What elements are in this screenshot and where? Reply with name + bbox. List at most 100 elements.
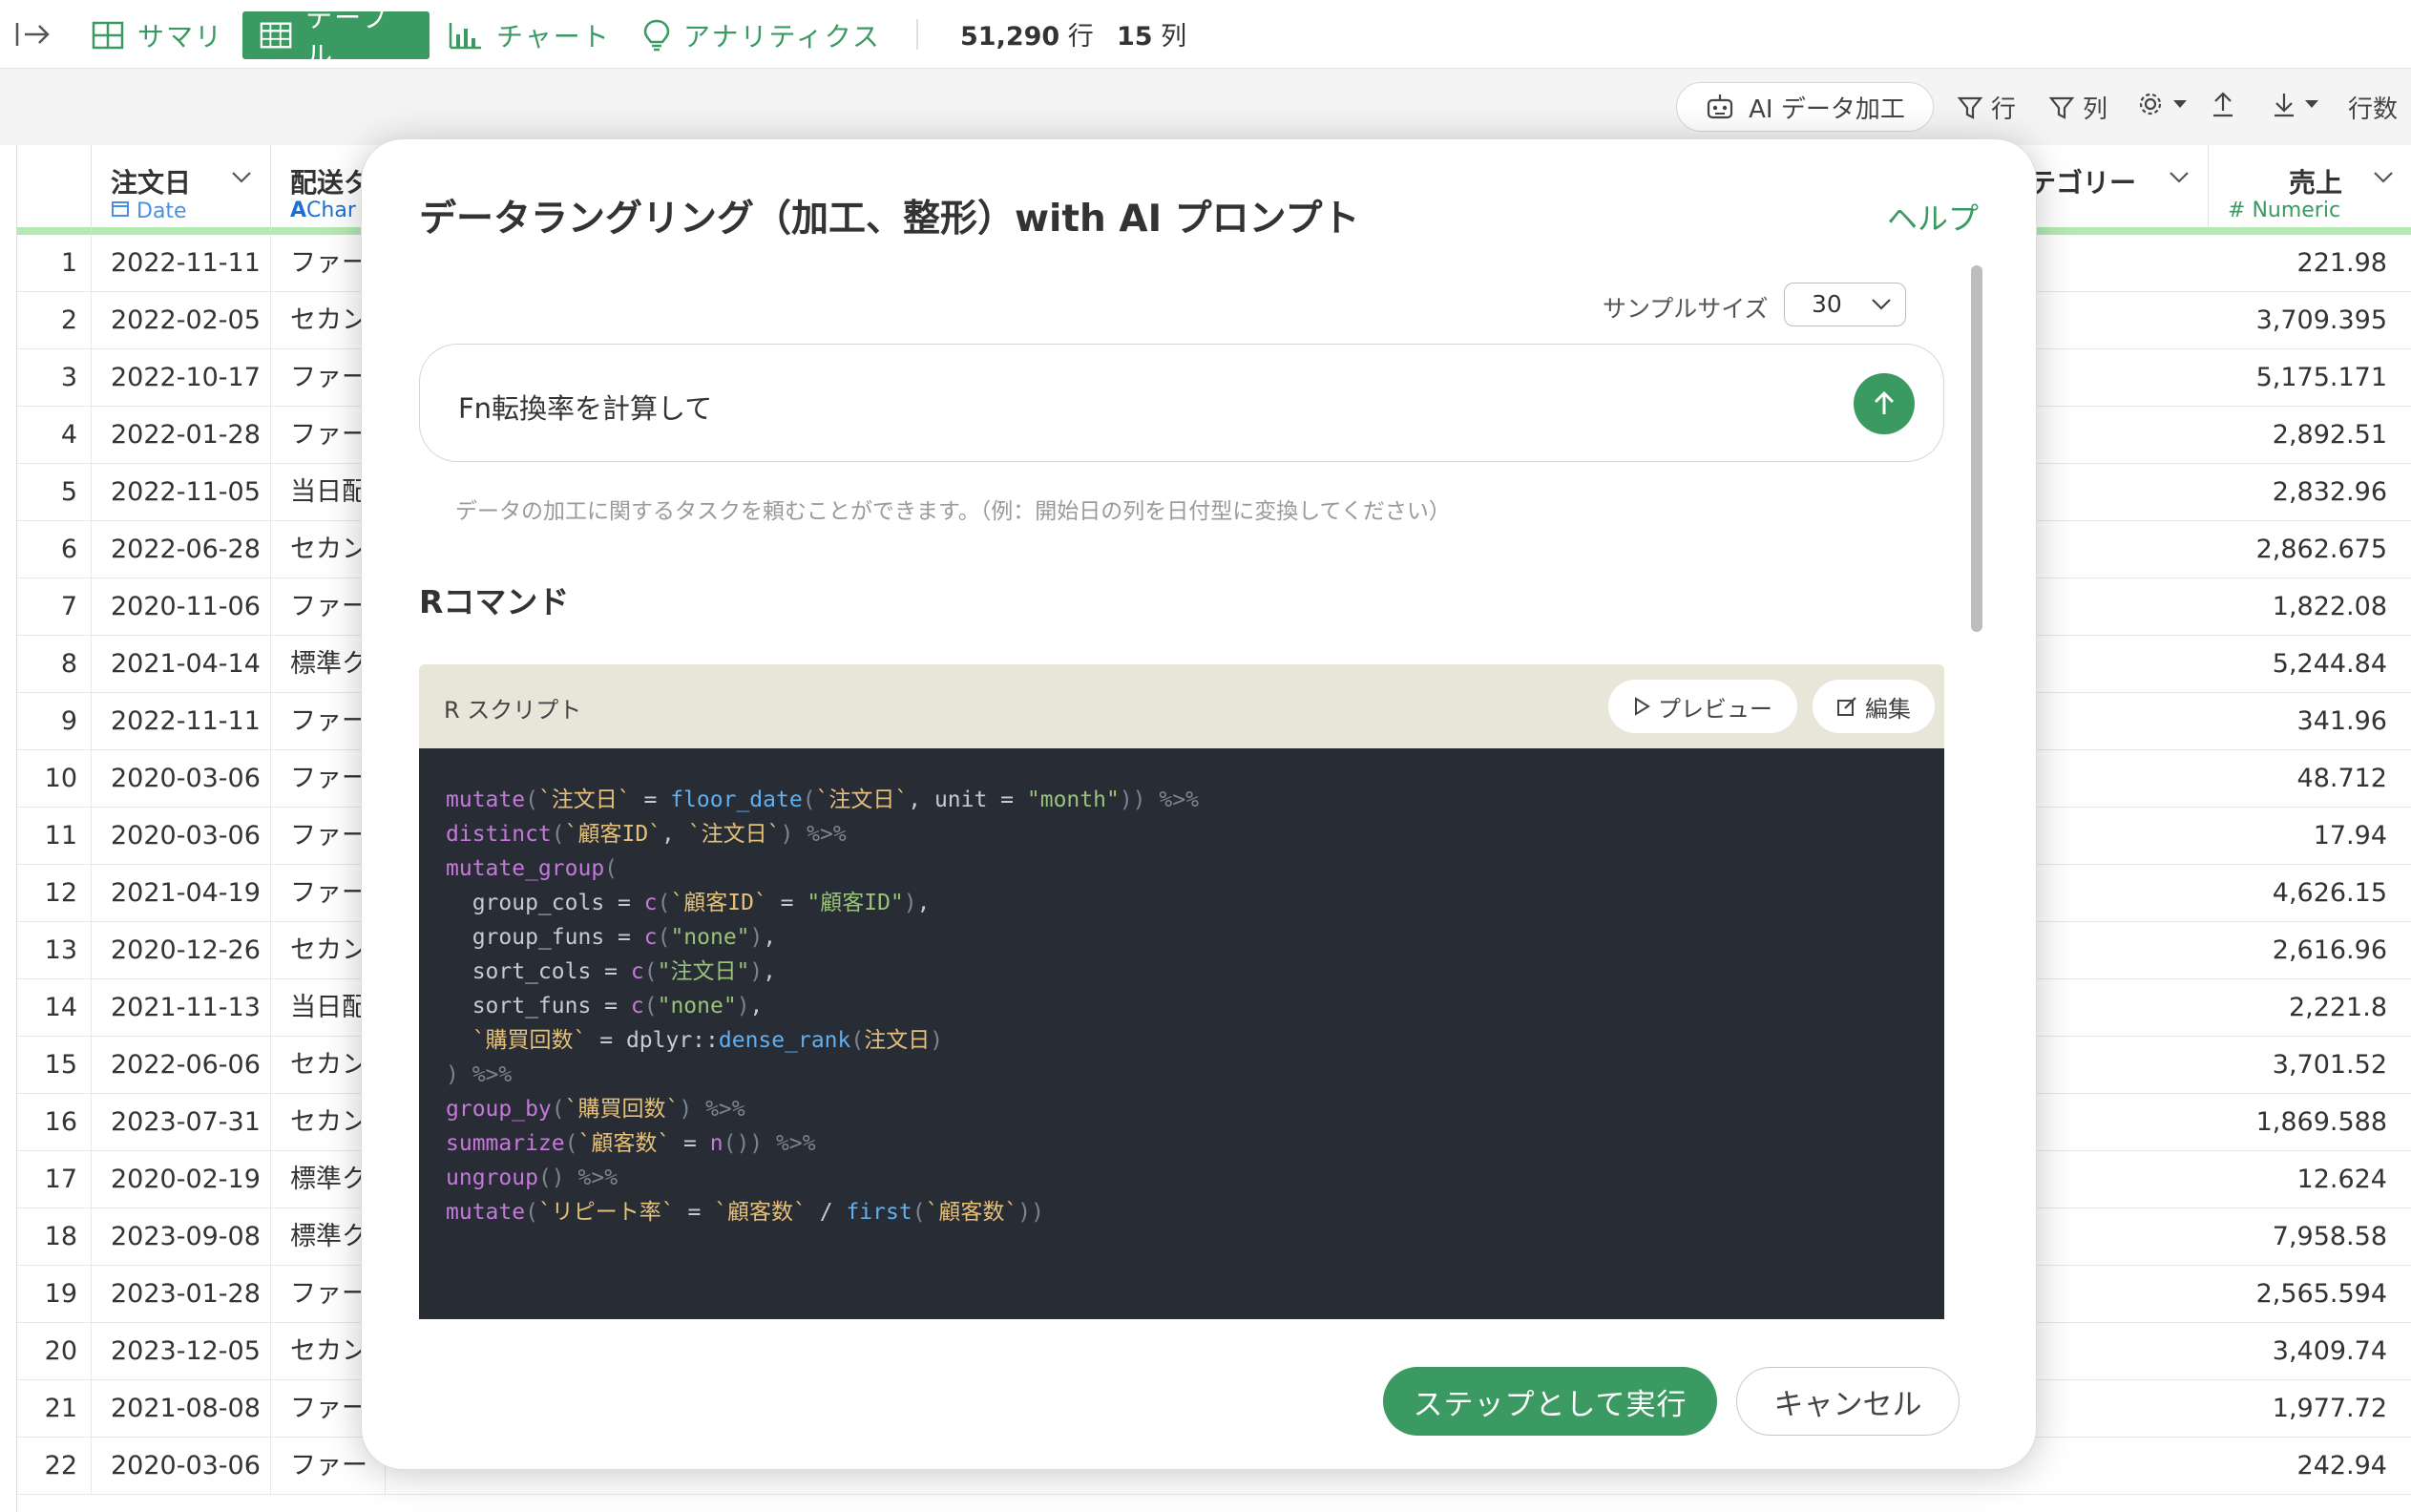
date-cell[interactable]: 2023-07-31 [92,1094,271,1151]
row-number-cell[interactable]: 21 [17,1380,92,1438]
cancel-button[interactable]: キャンセル [1736,1367,1960,1436]
row-number-cell[interactable]: 17 [17,1151,92,1208]
sales-cell[interactable]: 221.98 [2209,235,2411,292]
date-cell[interactable]: 2023-12-05 [92,1323,271,1380]
sales-cell[interactable]: 2,862.675 [2209,521,2411,578]
row-number-cell[interactable]: 12 [17,865,92,922]
column-name: 配送タ [290,167,371,199]
sales-cell[interactable]: 4,626.15 [2209,865,2411,922]
row-number-cell[interactable]: 11 [17,808,92,865]
sales-cell[interactable]: 3,409.74 [2209,1323,2411,1380]
sales-cell[interactable]: 1,869.588 [2209,1094,2411,1151]
row-number-cell[interactable]: 2 [17,292,92,349]
download-dropdown[interactable] [2272,90,2327,118]
sales-cell[interactable]: 5,244.84 [2209,636,2411,693]
r-script-header: R スクリプト プレビュー 編集 [419,664,1944,748]
row-number-cell[interactable]: 22 [17,1438,92,1495]
filter-rows-button[interactable]: 行 [1957,90,2016,125]
upload-button[interactable] [2211,90,2243,118]
bar-chart-icon [449,23,481,50]
column-header-order-date[interactable]: 注文日 Date [92,145,271,235]
date-cell[interactable]: 2021-11-13 [92,979,271,1037]
date-cell[interactable]: 2020-03-06 [92,808,271,865]
sales-cell[interactable]: 1,822.08 [2209,578,2411,636]
date-cell[interactable]: 2022-10-17 [92,349,271,407]
row-number-cell[interactable]: 19 [17,1266,92,1323]
date-cell[interactable]: 2020-11-06 [92,578,271,636]
date-cell[interactable]: 2022-02-05 [92,292,271,349]
sales-cell[interactable]: 7,958.58 [2209,1208,2411,1266]
row-number-cell[interactable]: 8 [17,636,92,693]
sales-cell[interactable]: 2,892.51 [2209,407,2411,464]
chevron-down-icon[interactable] [2168,170,2191,185]
sales-cell[interactable]: 12.624 [2209,1151,2411,1208]
row-number-cell[interactable]: 7 [17,578,92,636]
code-line: group_cols = c(`顧客ID` = "顧客ID"), [446,891,931,915]
row-number-cell[interactable]: 5 [17,464,92,521]
ai-data-processing-button[interactable]: AI データ加工 [1676,82,1934,132]
date-cell[interactable]: 2022-11-05 [92,464,271,521]
date-cell[interactable]: 2021-04-19 [92,865,271,922]
date-cell[interactable]: 2022-11-11 [92,693,271,750]
column-header-sales[interactable]: 売上 # Numeric [2209,145,2411,235]
row-number-cell[interactable]: 6 [17,521,92,578]
sales-cell[interactable]: 341.96 [2209,693,2411,750]
sales-cell[interactable]: 1,977.72 [2209,1380,2411,1438]
sales-cell[interactable]: 17.94 [2209,808,2411,865]
tab-summary[interactable]: サマリ [92,11,223,59]
sales-cell[interactable]: 2,565.594 [2209,1266,2411,1323]
date-cell[interactable]: 2020-03-06 [92,750,271,808]
row-number-cell[interactable]: 4 [17,407,92,464]
row-number-cell[interactable]: 16 [17,1094,92,1151]
chevron-down-icon[interactable] [2372,170,2395,185]
preview-button[interactable]: プレビュー [1608,680,1797,733]
row-count-button[interactable]: 行数 [2348,90,2398,125]
filter-cols-button[interactable]: 列 [2048,90,2107,125]
sales-cell[interactable]: 3,709.395 [2209,292,2411,349]
date-cell[interactable]: 2022-01-28 [92,407,271,464]
send-button[interactable] [1854,373,1915,434]
settings-dropdown[interactable] [2136,90,2195,118]
tab-chart[interactable]: チャート [449,11,611,59]
chevron-down-icon[interactable] [230,170,253,185]
tab-table[interactable]: テーブル [242,2,430,72]
sales-cell[interactable]: 242.94 [2209,1438,2411,1495]
sample-size-select[interactable]: 30 [1784,283,1906,326]
date-cell[interactable]: 2020-03-06 [92,1438,271,1495]
sales-cell[interactable]: 2,616.96 [2209,922,2411,979]
row-number-cell[interactable]: 9 [17,693,92,750]
date-cell[interactable]: 2023-01-28 [92,1266,271,1323]
dialog-scrollbar-thumb[interactable] [1971,265,1982,632]
row-number-cell[interactable]: 14 [17,979,92,1037]
row-number-cell[interactable]: 18 [17,1208,92,1266]
expand-sidebar-icon[interactable] [13,17,53,52]
sales-cell[interactable]: 2,221.8 [2209,979,2411,1037]
row-number-cell[interactable]: 10 [17,750,92,808]
row-number-cell[interactable]: 20 [17,1323,92,1380]
date-cell[interactable]: 2020-12-26 [92,922,271,979]
sales-cell[interactable]: 3,701.52 [2209,1037,2411,1094]
date-cell[interactable]: 2021-08-08 [92,1380,271,1438]
rows-count-unit: 行 [1067,22,1094,52]
table-icon [260,22,292,49]
date-cell[interactable]: 2022-06-28 [92,521,271,578]
sales-cell[interactable]: 48.712 [2209,750,2411,808]
date-cell[interactable]: 2023-09-08 [92,1208,271,1266]
help-link[interactable]: ヘルプ [1887,195,1979,239]
tab-analytics[interactable]: アナリティクス [643,11,881,59]
code-line: group_by(`購買回数`) %>% [446,1097,745,1122]
date-cell[interactable]: 2021-04-14 [92,636,271,693]
run-as-step-button[interactable]: ステップとして実行 [1383,1367,1717,1436]
date-cell[interactable]: 2020-02-19 [92,1151,271,1208]
date-cell[interactable]: 2022-06-06 [92,1037,271,1094]
row-number-cell[interactable]: 1 [17,235,92,292]
sales-cell[interactable]: 5,175.171 [2209,349,2411,407]
column-type-label: Date [136,200,187,223]
sales-cell[interactable]: 2,832.96 [2209,464,2411,521]
row-number-cell[interactable]: 13 [17,922,92,979]
row-number-cell[interactable]: 3 [17,349,92,407]
row-number-cell[interactable]: 15 [17,1037,92,1094]
edit-button[interactable]: 編集 [1813,680,1935,733]
date-cell[interactable]: 2022-11-11 [92,235,271,292]
prompt-input[interactable]: Fn転換率を計算して [419,344,1944,462]
